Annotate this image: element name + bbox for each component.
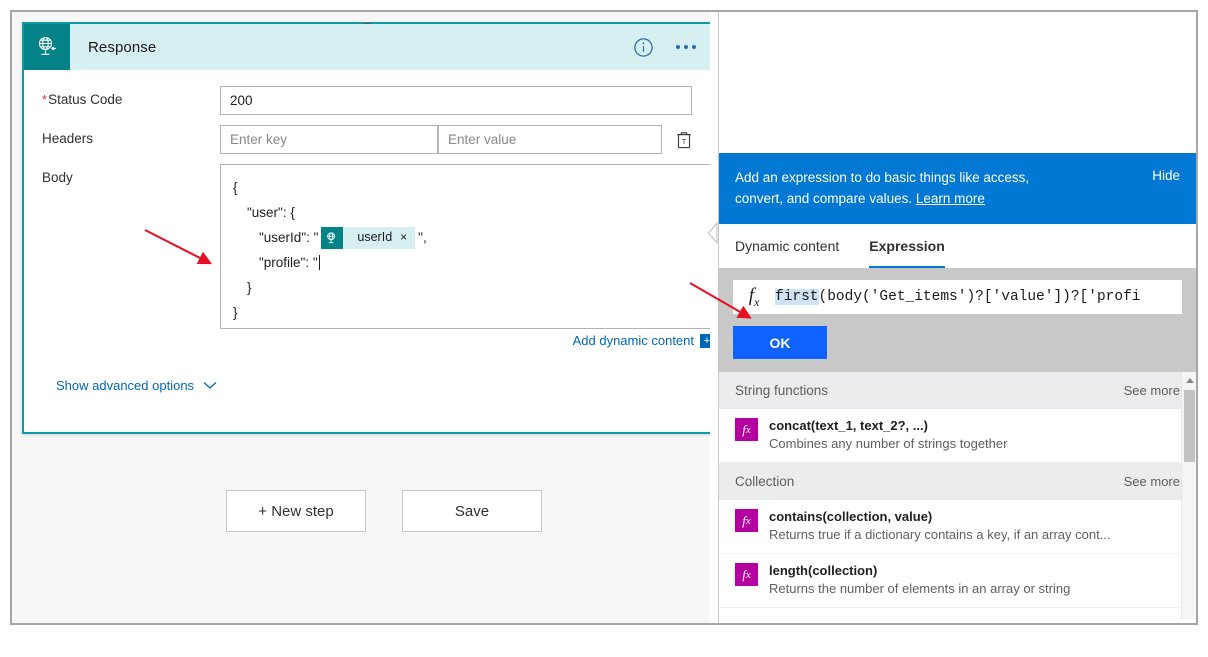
tab-dynamic-content[interactable]: Dynamic content — [735, 224, 839, 268]
status-code-label: *Status Code — [42, 92, 123, 107]
fx-icon: fx — [735, 509, 758, 532]
ellipsis-icon[interactable] — [676, 45, 696, 49]
expression-rest-text: (body('Get_items')?['value'])?['profi — [818, 289, 1141, 305]
hide-banner-button[interactable]: Hide — [1152, 167, 1180, 183]
required-asterisk: * — [42, 92, 48, 107]
function-item-length[interactable]: fx length(collection) Returns the number… — [719, 554, 1196, 608]
response-action-card[interactable]: Response *Status Code 200 Headers Enter … — [22, 22, 718, 434]
expression-panel-tabs: Dynamic content Expression — [719, 224, 1196, 268]
learn-more-link[interactable]: Learn more — [916, 191, 985, 206]
status-code-row: *Status Code 200 — [42, 86, 692, 115]
headers-label: Headers — [42, 131, 94, 146]
headers-row: Headers Enter key Enter value T — [42, 125, 692, 154]
card-body: *Status Code 200 Headers Enter key Enter… — [24, 70, 718, 393]
designer-action-buttons: + New step Save — [226, 490, 542, 532]
body-label: Body — [42, 170, 73, 185]
chevron-left-icon[interactable] — [706, 216, 719, 250]
function-item-concat[interactable]: fx concat(text_1, text_2?, ...) Combines… — [719, 409, 1196, 463]
function-list: String functions See more fx concat(text… — [719, 372, 1196, 619]
function-description: Returns true if a dictionary contains a … — [769, 527, 1111, 542]
body-json-editor[interactable]: { "user": { "userId": " userId × ", "pro… — [220, 164, 714, 329]
app-canvas-frame: Response *Status Code 200 Headers Enter … — [10, 10, 1198, 625]
function-group-label: String functions — [735, 383, 829, 398]
function-group-label: Collection — [735, 474, 795, 489]
see-more-link[interactable]: See more — [1124, 383, 1180, 398]
function-group-header-string: String functions See more — [719, 372, 1196, 409]
function-signature: contains(collection, value) — [769, 509, 933, 524]
headers-fields: Enter key Enter value T — [220, 125, 706, 154]
function-signature: length(collection) — [769, 563, 878, 578]
screenshot-root: Response *Status Code 200 Headers Enter … — [0, 0, 1208, 657]
header-value-input[interactable]: Enter value — [438, 125, 662, 154]
add-dynamic-content-row: Add dynamic content + — [220, 333, 718, 348]
expression-panel: Add an expression to do basic things lik… — [707, 12, 1196, 623]
dynamic-content-token[interactable]: userId × — [321, 225, 416, 250]
see-more-link[interactable]: See more — [1124, 474, 1180, 489]
header-key-input[interactable]: Enter key — [220, 125, 438, 154]
show-advanced-options-toggle[interactable]: Show advanced options — [42, 378, 692, 393]
expression-banner-text: Add an expression to do basic things lik… — [735, 170, 1030, 206]
expression-banner: Add an expression to do basic things lik… — [719, 153, 1196, 224]
card-title: Response — [88, 38, 157, 56]
save-button[interactable]: Save — [402, 490, 542, 532]
tab-expression[interactable]: Expression — [869, 224, 946, 268]
expression-text: first(body('Get_items')?['value'])?['pro… — [775, 289, 1140, 305]
card-header: Response — [24, 24, 710, 70]
token-label: userId — [357, 230, 393, 244]
function-list-scrollbar[interactable] — [1181, 372, 1196, 619]
status-code-input[interactable]: 200 — [220, 86, 692, 115]
close-icon[interactable]: × — [400, 225, 415, 250]
scroll-up-arrow-icon[interactable] — [1182, 372, 1196, 388]
add-dynamic-content-link[interactable]: Add dynamic content — [573, 333, 694, 348]
panel-gap — [710, 12, 718, 623]
json-line: } — [247, 280, 252, 295]
info-icon[interactable] — [633, 37, 654, 58]
body-row: Body { "user": { "userId": " userId × ",… — [42, 164, 718, 348]
dynamic-content-token-icon — [321, 226, 344, 249]
fx-icon: fx — [735, 418, 758, 441]
scrollbar-thumb[interactable] — [1184, 390, 1195, 462]
fx-icon: fx — [735, 563, 758, 586]
expression-selected-text: first — [775, 289, 819, 305]
expression-input[interactable]: fx first(body('Get_items')?['value'])?['… — [733, 280, 1182, 314]
advanced-options-label: Show advanced options — [56, 378, 195, 393]
response-globe-icon — [24, 24, 70, 70]
json-line: { — [233, 180, 238, 195]
json-line-userid: "userId": " userId × ", — [233, 225, 701, 250]
svg-text:T: T — [682, 139, 687, 146]
new-step-button[interactable]: + New step — [226, 490, 366, 532]
function-group-header-collection: Collection See more — [719, 463, 1196, 500]
function-item-contains[interactable]: fx contains(collection, value) Returns t… — [719, 500, 1196, 554]
json-line: "user": { — [247, 205, 295, 220]
json-token-trailing: ", — [418, 230, 427, 245]
json-line-profile: "profile": " — [259, 255, 320, 270]
delete-row-icon[interactable]: T — [662, 125, 706, 154]
ok-button[interactable]: OK — [733, 326, 827, 359]
text-caret — [318, 255, 320, 270]
function-signature: concat(text_1, text_2?, ...) — [769, 418, 928, 433]
json-line: } — [233, 305, 238, 320]
fx-icon: fx — [748, 284, 760, 309]
expression-editor-zone: fx first(body('Get_items')?['value'])?['… — [719, 268, 1196, 372]
function-description: Combines any number of strings together — [769, 436, 1008, 451]
card-header-actions — [633, 24, 696, 70]
chevron-down-icon — [203, 378, 217, 393]
panel-top-spacer — [719, 12, 1196, 153]
function-description: Returns the number of elements in an arr… — [769, 581, 1071, 596]
